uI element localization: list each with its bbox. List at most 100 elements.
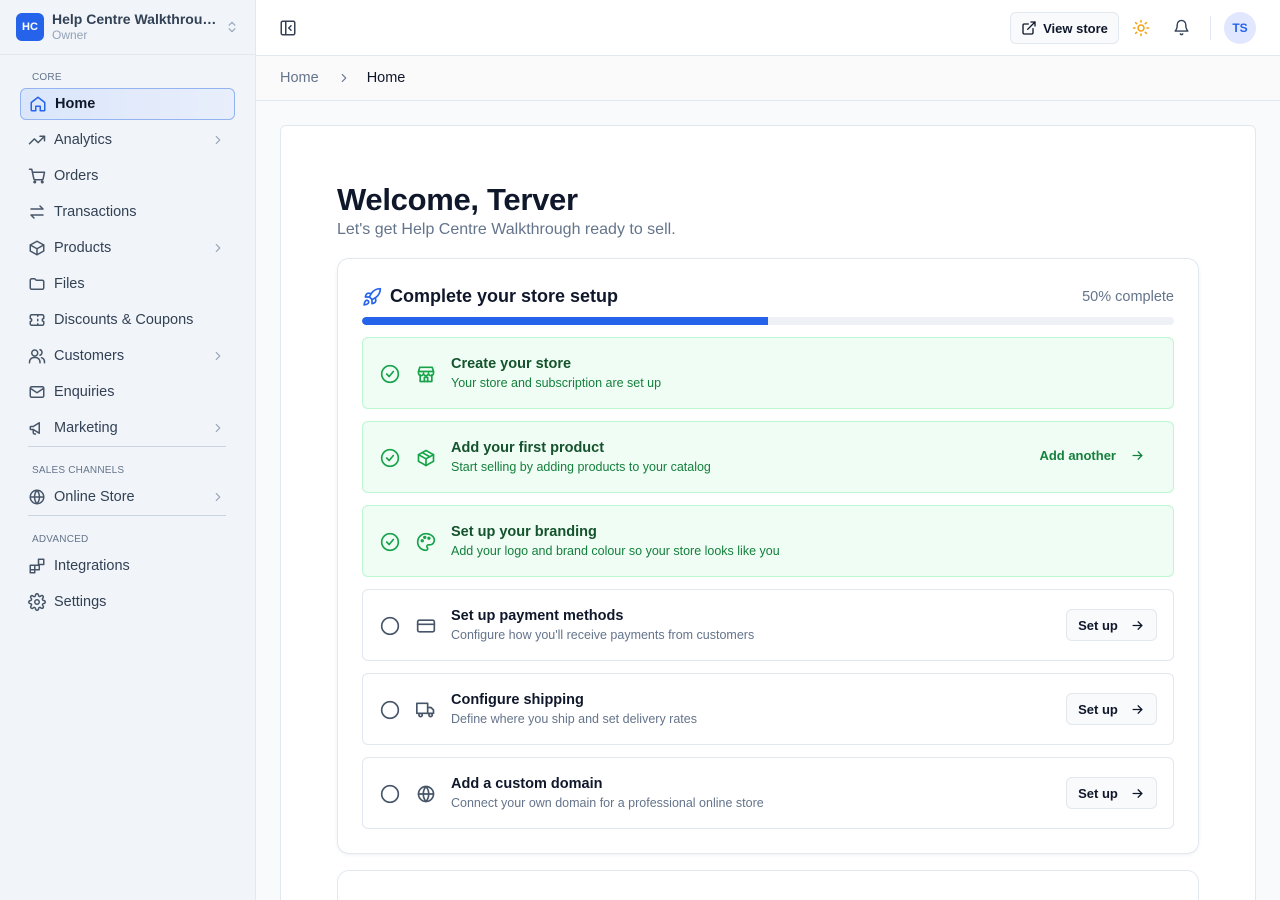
page-title: Welcome, Terver [337, 182, 578, 217]
arrow-right-icon [1132, 788, 1143, 798]
setup-progress-label: 50% complete [1082, 289, 1174, 305]
sidebar-item-label: Transactions [54, 204, 137, 220]
chevron-right-icon [215, 423, 221, 433]
sidebar-item-orders[interactable]: Orders [20, 160, 235, 192]
truck-icon [416, 702, 435, 718]
sidebar-item-products[interactable]: Products [20, 232, 235, 264]
arrow-right-icon [1132, 704, 1143, 714]
trending-up-icon [28, 135, 46, 145]
task-create-store[interactable]: Create your store Your store and subscri… [362, 337, 1174, 409]
gear-icon [28, 593, 46, 611]
chevron-right-icon [215, 351, 221, 361]
section-label-sales-channels: SALES CHANNELS [32, 465, 125, 476]
sidebar-item-label: Home [55, 96, 96, 112]
secondary-card [337, 870, 1199, 900]
sidebar-item-settings[interactable]: Settings [20, 586, 235, 618]
store-logo: HC [16, 13, 44, 41]
external-link-icon [1022, 21, 1036, 35]
setup-progress-bar [362, 317, 1174, 325]
chevron-right-icon [215, 135, 221, 145]
sidebar-item-home[interactable]: Home [20, 88, 235, 120]
sidebar-item-online-store[interactable]: Online Store [20, 481, 235, 513]
sidebar-item-label: Analytics [54, 132, 113, 148]
sidebar-item-analytics[interactable]: Analytics [20, 124, 235, 156]
avatar[interactable]: TS [1224, 12, 1256, 44]
store-icon [417, 366, 435, 383]
task-title: Add your first product [451, 440, 605, 456]
setup-domain-button[interactable]: Set up [1066, 777, 1157, 809]
task-add-product[interactable]: Add your first product Start selling by … [362, 421, 1174, 493]
task-custom-domain[interactable]: Add a custom domain Connect your own dom… [362, 757, 1174, 829]
sidebar-item-label: Marketing [54, 420, 118, 436]
task-payment-methods[interactable]: Set up payment methods Configure how you… [362, 589, 1174, 661]
breadcrumb: Home Home [256, 56, 1280, 101]
task-description: Connect your own domain for a profession… [451, 796, 764, 810]
globe-icon [417, 785, 435, 803]
sidebar-item-enquiries[interactable]: Enquiries [20, 376, 235, 408]
empty-circle-icon [380, 700, 400, 720]
task-description: Add your logo and brand colour so your s… [451, 544, 780, 558]
folder-icon [29, 278, 45, 290]
task-description: Configure how you'll receive payments fr… [451, 628, 755, 642]
box-icon [417, 449, 435, 467]
set-up-label: Set up [1078, 617, 1118, 633]
task-title: Set up your branding [451, 524, 597, 540]
chevron-right-icon [215, 492, 221, 502]
task-title: Set up payment methods [451, 608, 624, 624]
set-up-label: Set up [1078, 785, 1118, 801]
arrow-right-icon [1132, 620, 1143, 630]
add-another-label: Add another [1039, 448, 1116, 463]
store-switcher[interactable]: HC Help Centre Walkthrough Owner [0, 0, 255, 55]
task-title: Configure shipping [451, 692, 584, 708]
sidebar-item-discounts[interactable]: Discounts & Coupons [20, 304, 235, 336]
setup-shipping-button[interactable]: Set up [1066, 693, 1157, 725]
store-name: Help Centre Walkthrough [52, 11, 217, 27]
setup-payments-button[interactable]: Set up [1066, 609, 1157, 641]
home-icon [30, 96, 46, 112]
chevron-right-icon [215, 243, 221, 253]
task-title: Create your store [451, 356, 572, 372]
sidebar-toggle-icon[interactable] [279, 19, 297, 37]
sidebar-item-label: Discounts & Coupons [54, 312, 194, 328]
set-up-label: Set up [1078, 701, 1118, 717]
page-subtitle: Let's get Help Centre Walkthrough ready … [337, 221, 676, 238]
rocket-icon [362, 287, 382, 307]
task-shipping[interactable]: Configure shipping Define where you ship… [362, 673, 1174, 745]
sidebar-item-label: Customers [54, 348, 125, 364]
arrows-swap-icon [30, 205, 44, 219]
setup-title: Complete your store setup [390, 286, 619, 306]
setup-progress-fill [362, 317, 768, 325]
bell-icon[interactable] [1173, 19, 1190, 36]
sidebar-item-transactions[interactable]: Transactions [20, 196, 235, 228]
view-store-button[interactable]: View store [1010, 12, 1119, 44]
check-circle-icon [380, 364, 400, 384]
breadcrumb-home-link[interactable]: Home [280, 70, 319, 86]
box-icon [29, 240, 45, 256]
view-store-label: View store [1043, 20, 1108, 36]
task-branding[interactable]: Set up your branding Add your logo and b… [362, 505, 1174, 577]
top-header: View store TS [256, 0, 1280, 56]
sidebar-item-label: Orders [54, 168, 99, 184]
sun-icon[interactable] [1132, 19, 1150, 37]
sidebar-item-label: Settings [54, 594, 107, 610]
breadcrumb-current: Home [366, 70, 406, 86]
sidebar-item-files[interactable]: Files [20, 268, 235, 300]
sidebar-divider [28, 515, 226, 516]
sidebar-item-customers[interactable]: Customers [20, 340, 235, 372]
empty-circle-icon [380, 616, 400, 636]
task-description: Define where you ship and set delivery r… [451, 712, 697, 726]
section-label-core: CORE [32, 72, 62, 83]
sidebar-item-integrations[interactable]: Integrations [20, 550, 235, 582]
chevrons-up-down-icon [225, 20, 239, 34]
check-circle-icon [380, 532, 400, 552]
arrow-right-icon [1132, 451, 1143, 460]
add-another-link[interactable]: Add another [1039, 448, 1145, 463]
sidebar-item-marketing[interactable]: Marketing [20, 412, 235, 444]
sidebar-item-label: Integrations [54, 558, 130, 574]
sidebar: HC Help Centre Walkthrough Owner CORE Ho… [0, 0, 256, 900]
sidebar-item-label: Files [54, 276, 85, 292]
sidebar-item-label: Online Store [54, 489, 135, 505]
task-description: Your store and subscription are set up [451, 376, 662, 390]
ticket-icon [29, 314, 45, 326]
store-text: Help Centre Walkthrough Owner [52, 11, 217, 43]
